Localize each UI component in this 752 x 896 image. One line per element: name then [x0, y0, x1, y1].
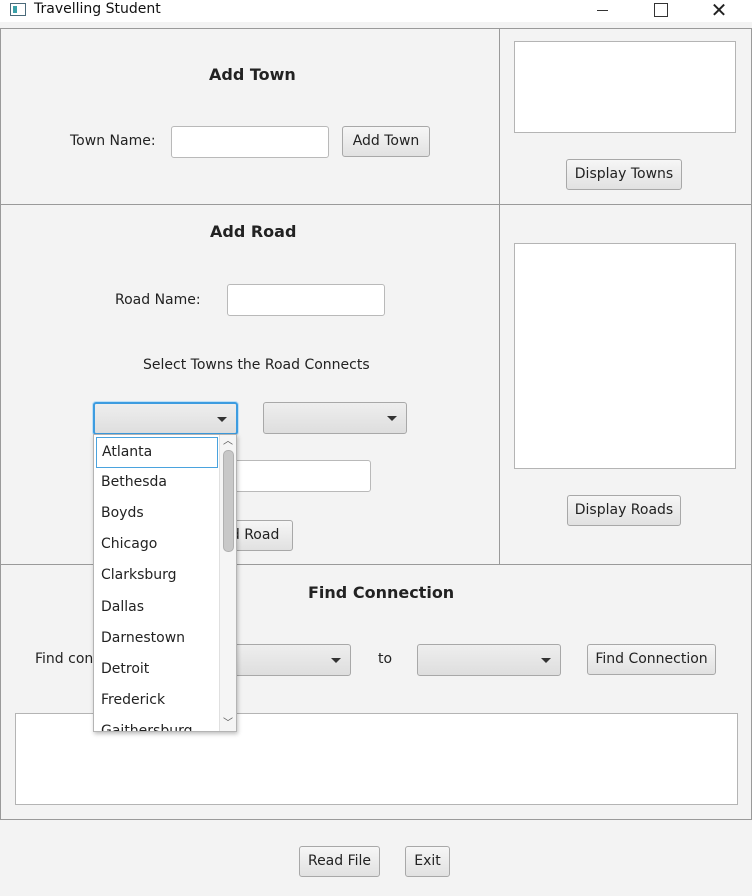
dropdown-option-dallas[interactable]: Dallas [94, 593, 220, 624]
display-towns-button[interactable]: Display Towns [566, 159, 682, 190]
find-connection-button[interactable]: Find Connection [587, 644, 716, 675]
exit-button[interactable]: Exit [405, 846, 450, 877]
app-icon [10, 3, 26, 16]
minimize-button[interactable] [580, 0, 626, 22]
dropdown-option-frederick[interactable]: Frederick [94, 686, 220, 717]
add-town-panel: Add Town Town Name: Add Town [0, 28, 501, 206]
road-to-town-combo[interactable] [263, 402, 407, 434]
dropdown-option-bethesda[interactable]: Bethesda [94, 468, 220, 499]
road-from-town-combo[interactable] [93, 402, 238, 435]
roads-list[interactable] [514, 243, 736, 469]
roads-display-panel: Display Roads [499, 204, 752, 566]
chevron-down-icon [387, 416, 397, 421]
add-town-heading: Add Town [209, 65, 296, 84]
dropdown-option-detroit[interactable]: Detroit [94, 655, 220, 686]
dropdown-option-darnestown[interactable]: Darnestown [94, 624, 220, 655]
connection-to-combo[interactable] [417, 644, 561, 676]
dropdown-scrollbar[interactable]: ︿ ﹀ [219, 435, 236, 731]
add-road-heading: Add Road [210, 222, 297, 241]
dropdown-option-chicago[interactable]: Chicago [94, 530, 220, 561]
road-name-label: Road Name: [115, 292, 201, 308]
dropdown-option-clarksburg[interactable]: Clarksburg [94, 561, 220, 592]
to-label: to [378, 651, 393, 667]
add-town-button[interactable]: Add Town [342, 126, 430, 157]
chevron-up-icon[interactable]: ︿ [223, 437, 233, 447]
dropdown-option-atlanta[interactable]: Atlanta [96, 437, 218, 468]
town-dropdown-popup[interactable]: Atlanta Bethesda Boyds Chicago Clarksbur… [93, 434, 237, 732]
scrollbar-thumb[interactable] [223, 450, 234, 552]
town-name-input[interactable] [171, 126, 329, 158]
towns-list[interactable] [514, 41, 736, 133]
select-towns-label: Select Towns the Road Connects [143, 357, 370, 373]
chevron-down-icon[interactable]: ﹀ [223, 719, 233, 729]
chevron-down-icon [331, 658, 341, 663]
find-connection-heading: Find Connection [308, 583, 455, 602]
dropdown-option-boyds[interactable]: Boyds [94, 499, 220, 530]
close-button[interactable]: ✕ [696, 0, 742, 22]
title-bar: Travelling Student ✕ [0, 0, 752, 22]
towns-display-panel: Display Towns [499, 28, 752, 206]
dropdown-option-gaithersburg[interactable]: Gaithersburg [94, 717, 220, 731]
add-road-panel: Add Road Road Name: Select Towns the Roa… [0, 204, 501, 566]
town-name-label: Town Name: [70, 133, 156, 149]
road-name-input[interactable] [227, 284, 385, 316]
display-roads-button[interactable]: Display Roads [567, 495, 681, 526]
maximize-button[interactable] [637, 0, 683, 22]
chevron-down-icon [541, 658, 551, 663]
read-file-button[interactable]: Read File [299, 846, 380, 877]
window-title: Travelling Student [34, 1, 161, 17]
chevron-down-icon [217, 417, 227, 422]
